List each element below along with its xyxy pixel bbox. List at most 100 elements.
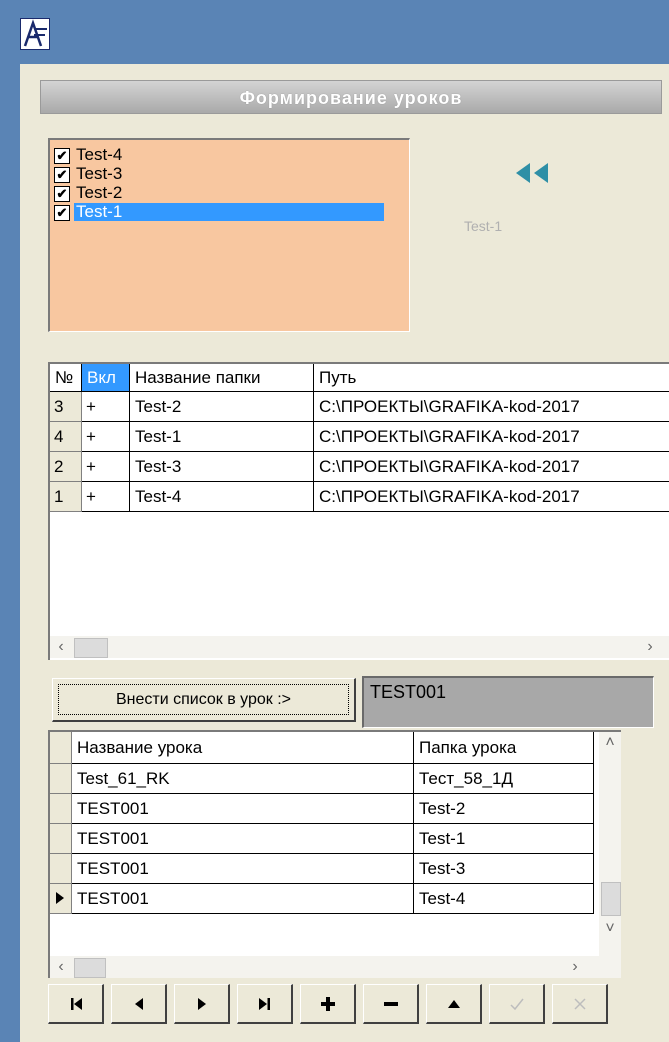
table-cell[interactable]: Test-2 [414, 794, 594, 824]
indicator-header [50, 732, 72, 764]
checklist-item-label: Test-2 [76, 183, 123, 202]
table-cell[interactable]: C:\ПРОЕКТЫ\GRAFIKA-kod-2017 [314, 452, 669, 482]
edit-record-button[interactable] [426, 984, 482, 1024]
row-indicator[interactable] [50, 884, 72, 914]
current-row-icon [56, 892, 64, 904]
scroll-left-icon[interactable]: ‹ [50, 956, 72, 978]
checklist-item-label: Test-3 [76, 164, 123, 183]
scrollbar-thumb[interactable] [74, 958, 106, 978]
scroll-left-icon[interactable]: ‹ [50, 636, 72, 658]
post-edit-button[interactable] [489, 984, 545, 1024]
table-cell[interactable]: 2 [50, 452, 82, 482]
scrollbar-thumb[interactable] [601, 882, 621, 916]
checklist-item[interactable]: ✔ Test-3 [54, 165, 406, 183]
lessons-grid[interactable]: Название урока Папка урока Test_61_RK Тест_… [48, 730, 621, 978]
table-cell[interactable]: TEST001 [72, 794, 414, 824]
checklist-item[interactable]: ✔ Test-4 [54, 146, 406, 164]
table-cell[interactable]: 1 [50, 482, 82, 512]
row-indicator[interactable] [50, 764, 72, 794]
folder-checklist[interactable]: ✔ Test-4 ✔ Test-3 ✔ Test-2 ✔ Test-1 [48, 138, 410, 332]
table-cell[interactable]: + [82, 422, 130, 452]
scroll-right-icon[interactable]: › [564, 956, 586, 978]
table-cell[interactable]: Test-1 [414, 824, 594, 854]
checkbox[interactable]: ✔ [54, 205, 70, 221]
table-row[interactable]: 3 + Test-2 C:\ПРОЕКТЫ\GRAFIKA-kod-2017 [50, 392, 669, 422]
table-row[interactable]: TEST001 Test-2 [50, 794, 598, 824]
table-row[interactable]: 1 + Test-4 C:\ПРОЕКТЫ\GRAFIKA-kod-2017 [50, 482, 669, 512]
row-indicator[interactable] [50, 824, 72, 854]
folders-grid[interactable]: № Вкл Название папки Путь 3 + Test-2 C:\ПРОЕКТЫ… [48, 362, 669, 660]
table-row[interactable]: Test_61_RK Тест_58_1Д [50, 764, 598, 794]
table-row[interactable]: 2 + Test-3 C:\ПРОЕКТЫ\GRAFIKA-kod-2017 [50, 452, 669, 482]
add-list-to-lesson-label: Внести список в урок :> [115, 691, 292, 708]
table-cell[interactable]: C:\ПРОЕКТЫ\GRAFIKA-kod-2017 [314, 392, 669, 422]
vertical-scrollbar[interactable]: ˄ ˅ [599, 732, 621, 956]
table-cell[interactable]: + [82, 452, 130, 482]
folders-grid-header: № Вкл Название папки Путь [50, 364, 669, 392]
table-cell[interactable]: Test-4 [414, 884, 594, 914]
checklist-item-label: Test-1 [74, 203, 384, 221]
column-header[interactable]: Название папки [130, 364, 314, 392]
table-cell[interactable]: Test-3 [414, 854, 594, 884]
scroll-up-icon[interactable]: ˄ [599, 732, 621, 754]
checklist-item[interactable]: ✔ Test-2 [54, 184, 406, 202]
selected-folder-label: Test-1 [464, 218, 503, 234]
column-header[interactable]: Вкл [82, 364, 130, 392]
table-cell[interactable]: C:\ПРОЕКТЫ\GRAFIKA-kod-2017 [314, 482, 669, 512]
last-record-button[interactable] [237, 984, 293, 1024]
column-header[interactable]: Название урока [72, 732, 414, 764]
table-cell[interactable]: Тест_58_1Д [414, 764, 594, 794]
row-indicator[interactable] [50, 794, 72, 824]
checklist-item-label: Test-4 [76, 145, 123, 164]
checkbox[interactable]: ✔ [54, 148, 70, 164]
row-indicator[interactable] [50, 854, 72, 884]
table-row[interactable]: TEST001 Test-1 [50, 824, 598, 854]
checkbox[interactable]: ✔ [54, 186, 70, 202]
table-cell[interactable]: + [82, 482, 130, 512]
table-row[interactable]: TEST001 Test-3 [50, 854, 598, 884]
scroll-down-icon[interactable]: ˅ [599, 918, 621, 940]
column-header[interactable]: Путь [314, 364, 669, 392]
double-left-arrow-icon [516, 163, 548, 183]
table-cell[interactable]: 3 [50, 392, 82, 422]
db-navigator[interactable] [48, 984, 616, 1024]
table-cell[interactable]: Test-2 [130, 392, 314, 422]
insert-record-icon [320, 996, 335, 1011]
lessons-grid-header: Название урока Папка урока [50, 732, 598, 764]
table-row[interactable]: 4 + Test-1 C:\ПРОЕКТЫ\GRAFIKA-kod-2017 [50, 422, 669, 452]
add-list-to-lesson-button[interactable]: Внести список в урок :> [52, 678, 356, 722]
column-header[interactable]: Папка урока [414, 732, 594, 764]
checklist-item[interactable]: ✔ Test-1 [54, 203, 406, 221]
table-cell[interactable]: TEST001 [72, 824, 414, 854]
first-record-button[interactable] [48, 984, 104, 1024]
first-record-icon [70, 997, 82, 1010]
section-title: Формирование уроков [239, 88, 463, 108]
table-cell[interactable]: Test-1 [130, 422, 314, 452]
table-row[interactable]: TEST001 Test-4 [50, 884, 598, 914]
move-left-arrows-button[interactable] [508, 160, 572, 186]
app-icon[interactable] [20, 18, 50, 50]
next-record-button[interactable] [174, 984, 230, 1024]
title-bar[interactable] [0, 0, 669, 64]
horizontal-scrollbar[interactable]: ‹ › [50, 636, 669, 658]
table-cell[interactable]: C:\ПРОЕКТЫ\GRAFIKA-kod-2017 [314, 422, 669, 452]
next-record-icon [197, 997, 206, 1010]
scroll-right-icon[interactable]: › [639, 636, 661, 658]
table-cell[interactable]: Test_61_RK [72, 764, 414, 794]
table-cell[interactable]: Test-4 [130, 482, 314, 512]
lesson-name-field[interactable]: TEST001 [362, 676, 654, 728]
cancel-edit-icon [573, 997, 586, 1010]
insert-record-button[interactable] [300, 984, 356, 1024]
table-cell[interactable]: TEST001 [72, 854, 414, 884]
scrollbar-thumb[interactable] [74, 638, 108, 658]
checkbox[interactable]: ✔ [54, 167, 70, 183]
horizontal-scrollbar[interactable]: ‹ › [50, 956, 621, 978]
table-cell[interactable]: 4 [50, 422, 82, 452]
column-header[interactable]: № [50, 364, 82, 392]
table-cell[interactable]: TEST001 [72, 884, 414, 914]
table-cell[interactable]: Test-3 [130, 452, 314, 482]
prior-record-button[interactable] [111, 984, 167, 1024]
delete-record-button[interactable] [363, 984, 419, 1024]
table-cell[interactable]: + [82, 392, 130, 422]
cancel-edit-button[interactable] [552, 984, 608, 1024]
